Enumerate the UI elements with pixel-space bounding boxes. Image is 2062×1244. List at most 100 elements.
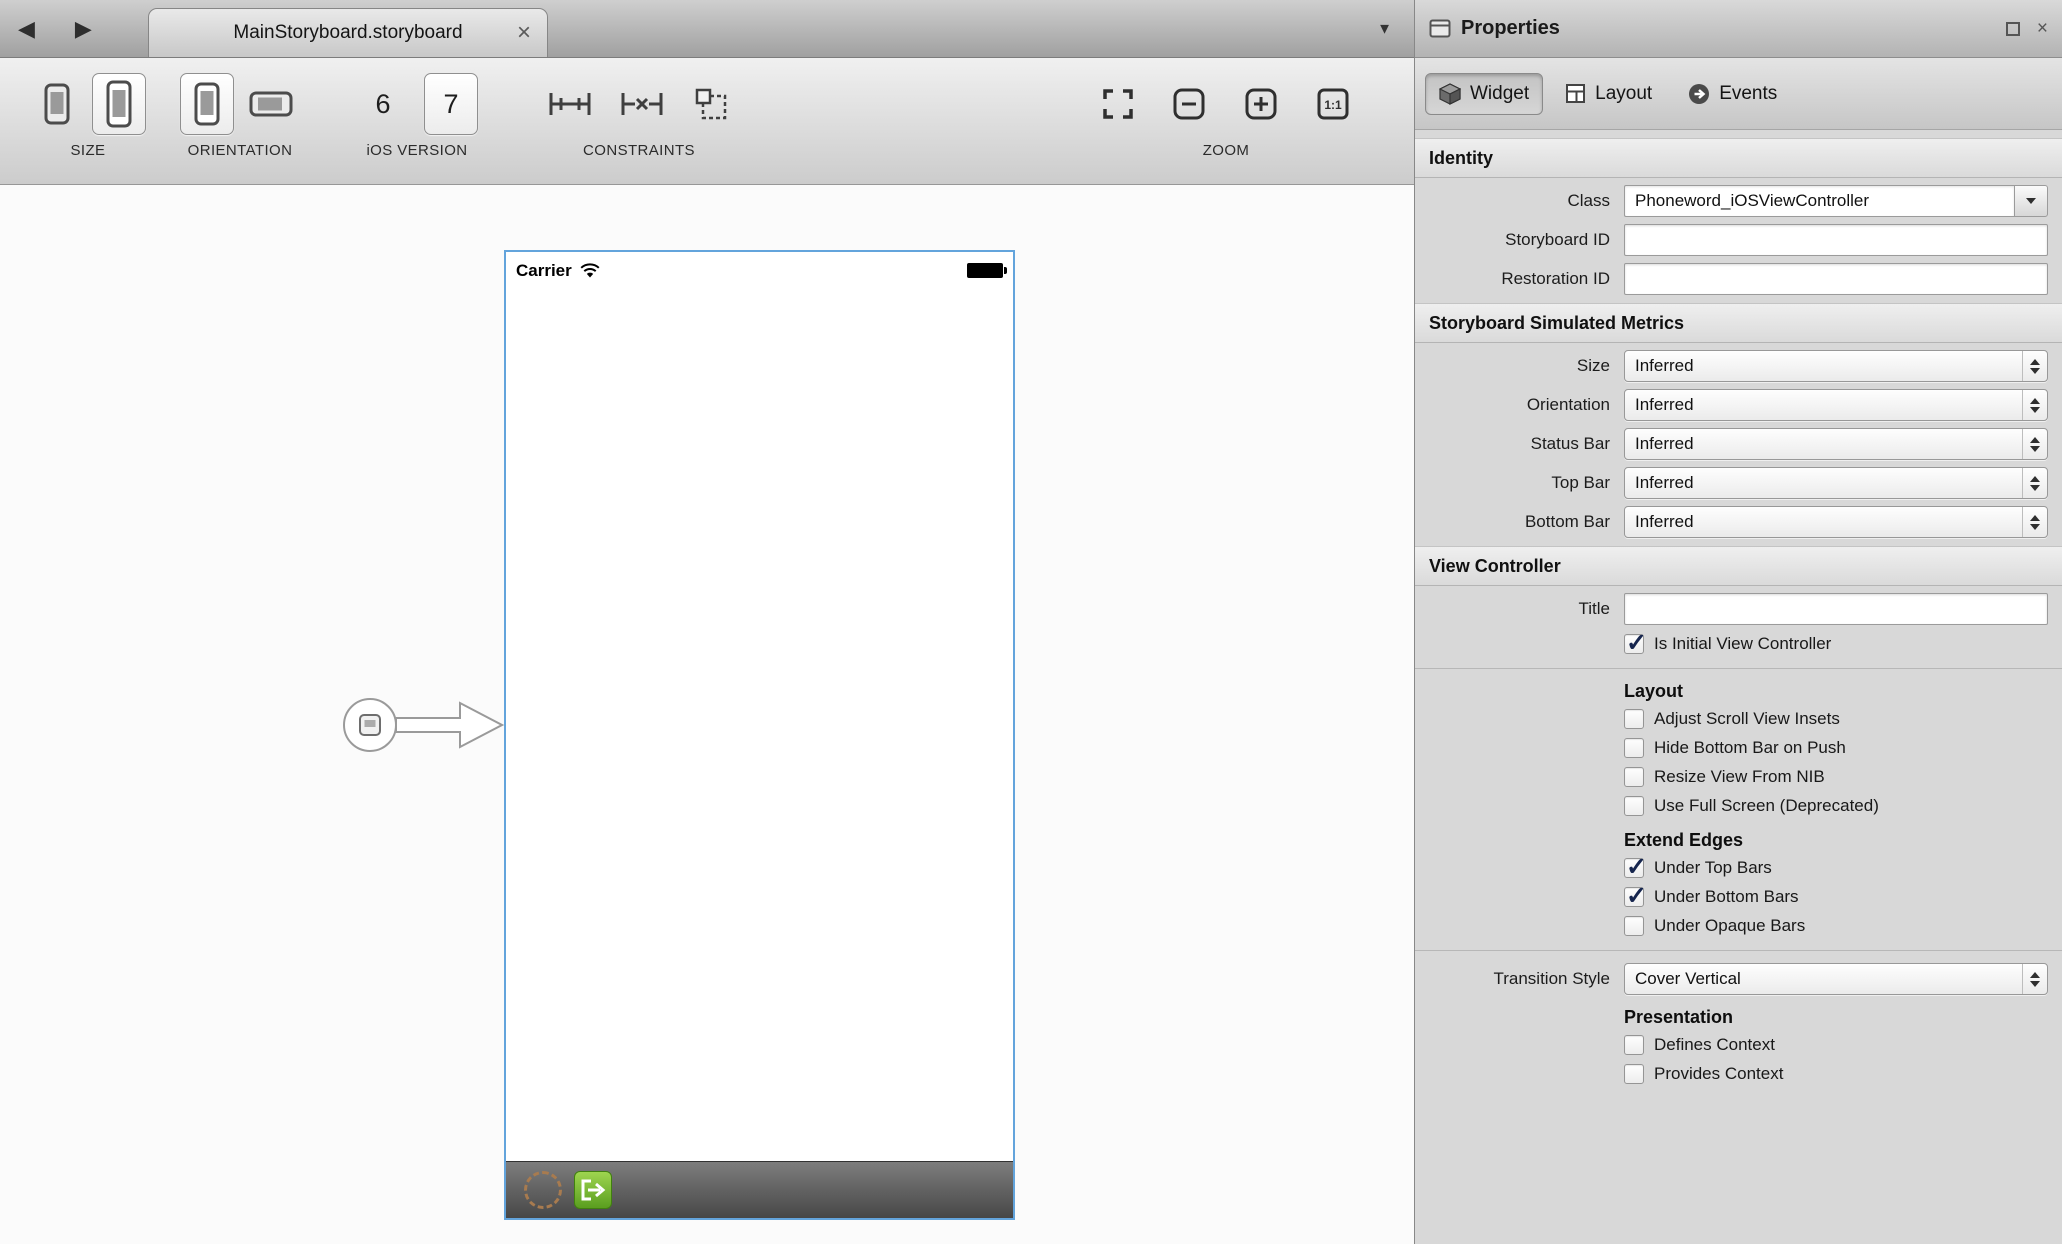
stepper-icon <box>2022 964 2047 994</box>
ios-version-group: 6 7 iOS VERSION <box>356 66 478 159</box>
one-to-one-zoom-icon: 1:1 <box>1315 86 1351 122</box>
ios-version-group-label: iOS VERSION <box>366 142 467 159</box>
top-bar-popup[interactable]: Inferred <box>1624 467 2048 499</box>
title-row: Title <box>1415 593 2048 625</box>
widget-cube-icon <box>1439 83 1461 105</box>
frame-constraint-button[interactable] <box>684 73 738 135</box>
size-4-inch-button[interactable] <box>92 73 146 135</box>
orientation-landscape-button[interactable] <box>242 73 300 135</box>
view-controller-handle-icon[interactable] <box>524 1171 562 1209</box>
zoom-actual-size-button[interactable]: 1:1 <box>1308 73 1358 135</box>
tab-layout[interactable]: Layout <box>1551 73 1666 115</box>
panel-window-controls: × <box>2005 19 2048 38</box>
top-bar-row: Top Bar Inferred <box>1415 467 2048 499</box>
under-opaque-bars-label: Under Opaque Bars <box>1654 916 1805 936</box>
view-controller-bottom-bar <box>506 1161 1013 1218</box>
size-popup[interactable]: Inferred <box>1624 350 2048 382</box>
under-opaque-bars-checkbox[interactable] <box>1624 916 1644 936</box>
zoom-in-button[interactable] <box>1236 73 1286 135</box>
use-full-screen-row: Use Full Screen (Deprecated) <box>1624 794 2048 818</box>
provides-context-checkbox[interactable] <box>1624 1064 1644 1084</box>
orientation-label: Orientation <box>1415 395 1624 415</box>
width-constraint-button[interactable] <box>540 73 600 135</box>
phone-3-5-inch-icon <box>44 83 70 125</box>
top-bar-label: Top Bar <box>1415 473 1624 493</box>
ios-version-6-button[interactable]: 6 <box>356 73 410 135</box>
zoom-fit-button[interactable] <box>1094 73 1142 135</box>
exit-segue-arrow-glyph <box>580 1178 606 1202</box>
adjust-scroll-view-insets-label: Adjust Scroll View Insets <box>1654 709 1840 729</box>
defines-context-row: Defines Context <box>1624 1033 2048 1057</box>
under-bottom-bars-label: Under Bottom Bars <box>1654 887 1799 907</box>
title-input[interactable] <box>1624 593 2048 625</box>
orientation-popup[interactable]: Inferred <box>1624 389 2048 421</box>
designer-toolbar: SIZE <box>0 58 1414 185</box>
orientation-popup-value: Inferred <box>1635 395 1694 415</box>
design-canvas[interactable]: Carrier <box>0 185 1414 1244</box>
properties-panel-header: Properties × <box>1415 0 2062 58</box>
back-arrow-icon[interactable]: ◀ <box>18 18 35 40</box>
view-controller-root-view[interactable] <box>506 289 1013 1161</box>
class-combobox[interactable]: Phoneword_iOSViewController <box>1624 185 2048 217</box>
dock-panel-icon[interactable] <box>2005 21 2021 37</box>
fullscreen-icon <box>1101 87 1135 121</box>
storyboard-id-input[interactable] <box>1624 224 2048 256</box>
size-3-5-inch-button[interactable] <box>30 73 84 135</box>
orientation-group: ORIENTATION <box>180 66 300 159</box>
title-label: Title <box>1415 599 1624 619</box>
bottom-bar-popup[interactable]: Inferred <box>1624 506 2048 538</box>
is-initial-view-controller-checkbox[interactable] <box>1624 634 1644 654</box>
phone-4-inch-icon <box>106 80 132 128</box>
hide-bottom-bar-on-push-checkbox[interactable] <box>1624 738 1644 758</box>
width-constraint-icon <box>547 89 593 119</box>
orientation-portrait-button[interactable] <box>180 73 234 135</box>
view-controller-canvas[interactable]: Carrier <box>504 250 1015 1220</box>
status-bar-popup[interactable]: Inferred <box>1624 428 2048 460</box>
tab-list-dropdown-icon[interactable]: ▼ <box>1377 20 1392 37</box>
exit-segue-icon[interactable] <box>574 1171 612 1209</box>
document-tab-bar: ◀ ▶ MainStoryboard.storyboard × ▼ <box>0 0 1414 58</box>
defines-context-checkbox[interactable] <box>1624 1035 1644 1055</box>
view-controller-section-header: View Controller <box>1415 546 2062 586</box>
defines-context-label: Defines Context <box>1654 1035 1775 1055</box>
resize-view-from-nib-checkbox[interactable] <box>1624 767 1644 787</box>
ios-version-7-button[interactable]: 7 <box>424 73 478 135</box>
carrier-label: Carrier <box>516 261 572 281</box>
class-row: Class Phoneword_iOSViewController <box>1415 185 2048 217</box>
section-divider <box>1415 668 2062 669</box>
class-dropdown-button[interactable] <box>2014 185 2048 217</box>
under-bottom-bars-checkbox[interactable] <box>1624 887 1644 907</box>
simulated-metrics-section-header: Storyboard Simulated Metrics <box>1415 303 2062 343</box>
zoom-out-button[interactable] <box>1164 73 1214 135</box>
tab-events[interactable]: Events <box>1674 73 1791 115</box>
tab-layout-label: Layout <box>1595 83 1652 105</box>
is-initial-view-controller-label: Is Initial View Controller <box>1654 634 1831 654</box>
chevron-down-icon <box>2026 198 2036 204</box>
is-initial-view-controller-row: Is Initial View Controller <box>1624 632 2048 656</box>
resize-view-from-nib-label: Resize View From NIB <box>1654 767 1825 787</box>
identity-section-header: Identity <box>1415 138 2062 178</box>
transition-style-popup[interactable]: Cover Vertical <box>1624 963 2048 995</box>
simulated-status-bar: Carrier <box>506 252 1013 289</box>
constraints-group: CONSTRAINTS <box>540 66 738 159</box>
zoom-out-icon <box>1171 86 1207 122</box>
zoom-in-icon <box>1243 86 1279 122</box>
adjust-scroll-view-insets-checkbox[interactable] <box>1624 709 1644 729</box>
tab-widget[interactable]: Widget <box>1425 73 1543 115</box>
tab-widget-label: Widget <box>1470 83 1529 105</box>
close-panel-icon[interactable]: × <box>2037 19 2048 38</box>
initial-segue-arrow[interactable] <box>340 687 504 763</box>
section-divider <box>1415 950 2062 951</box>
restoration-id-label: Restoration ID <box>1415 269 1624 289</box>
adjust-scroll-view-insets-row: Adjust Scroll View Insets <box>1624 707 2048 731</box>
tab-close-icon[interactable]: × <box>517 21 531 45</box>
properties-form: Identity Class Phoneword_iOSViewControll… <box>1415 130 2062 1244</box>
stepper-icon <box>2022 351 2047 381</box>
restoration-id-input[interactable] <box>1624 263 2048 295</box>
class-value: Phoneword_iOSViewController <box>1624 185 2014 217</box>
forward-arrow-icon[interactable]: ▶ <box>75 18 92 40</box>
document-tab[interactable]: MainStoryboard.storyboard × <box>148 8 548 57</box>
use-full-screen-checkbox[interactable] <box>1624 796 1644 816</box>
under-top-bars-checkbox[interactable] <box>1624 858 1644 878</box>
remove-constraint-button[interactable] <box>612 73 672 135</box>
